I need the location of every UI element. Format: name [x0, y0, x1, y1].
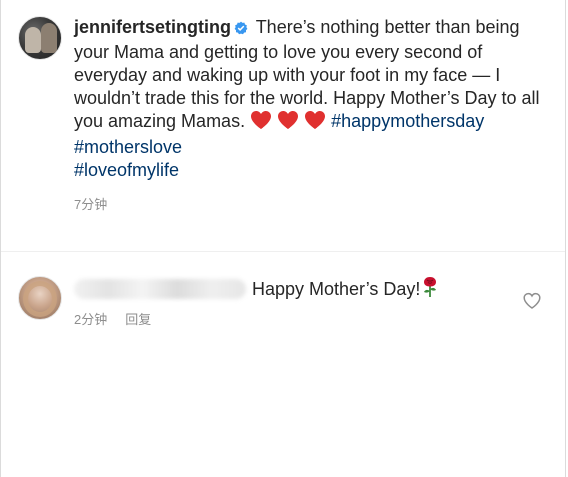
left-border	[0, 0, 1, 477]
hashtag-link[interactable]: #happymothersday	[331, 111, 484, 131]
comment-timestamp: 2分钟	[74, 312, 108, 327]
post-timestamp: 7分钟	[74, 197, 108, 212]
reply-button[interactable]: 回复	[125, 312, 151, 327]
comment-item: Happy Mother’s Day! 2分钟 回复	[18, 276, 548, 336]
hashtag-link[interactable]: #loveofmylife	[74, 160, 179, 180]
blurred-username[interactable]	[74, 279, 246, 299]
red-heart-icon	[304, 110, 326, 136]
red-heart-icon	[277, 110, 299, 136]
author-avatar[interactable]	[18, 16, 62, 60]
hashtag-link[interactable]: #motherslove	[74, 137, 182, 157]
heart-outline-icon[interactable]	[523, 292, 541, 310]
verified-badge-icon	[234, 18, 248, 41]
red-heart-icon	[250, 110, 272, 136]
caption-body: jennifertsetingting There’s nothing bett…	[74, 16, 544, 216]
comment-text: Happy Mother’s Day!	[252, 279, 421, 299]
section-divider	[1, 251, 565, 252]
comment-meta: 2分钟 回复	[74, 309, 151, 328]
comment-body: Happy Mother’s Day!	[74, 276, 504, 304]
author-username[interactable]: jennifertsetingting	[74, 17, 231, 37]
rose-icon	[420, 276, 440, 304]
right-border	[565, 0, 566, 477]
commenter-avatar[interactable]	[18, 276, 62, 320]
